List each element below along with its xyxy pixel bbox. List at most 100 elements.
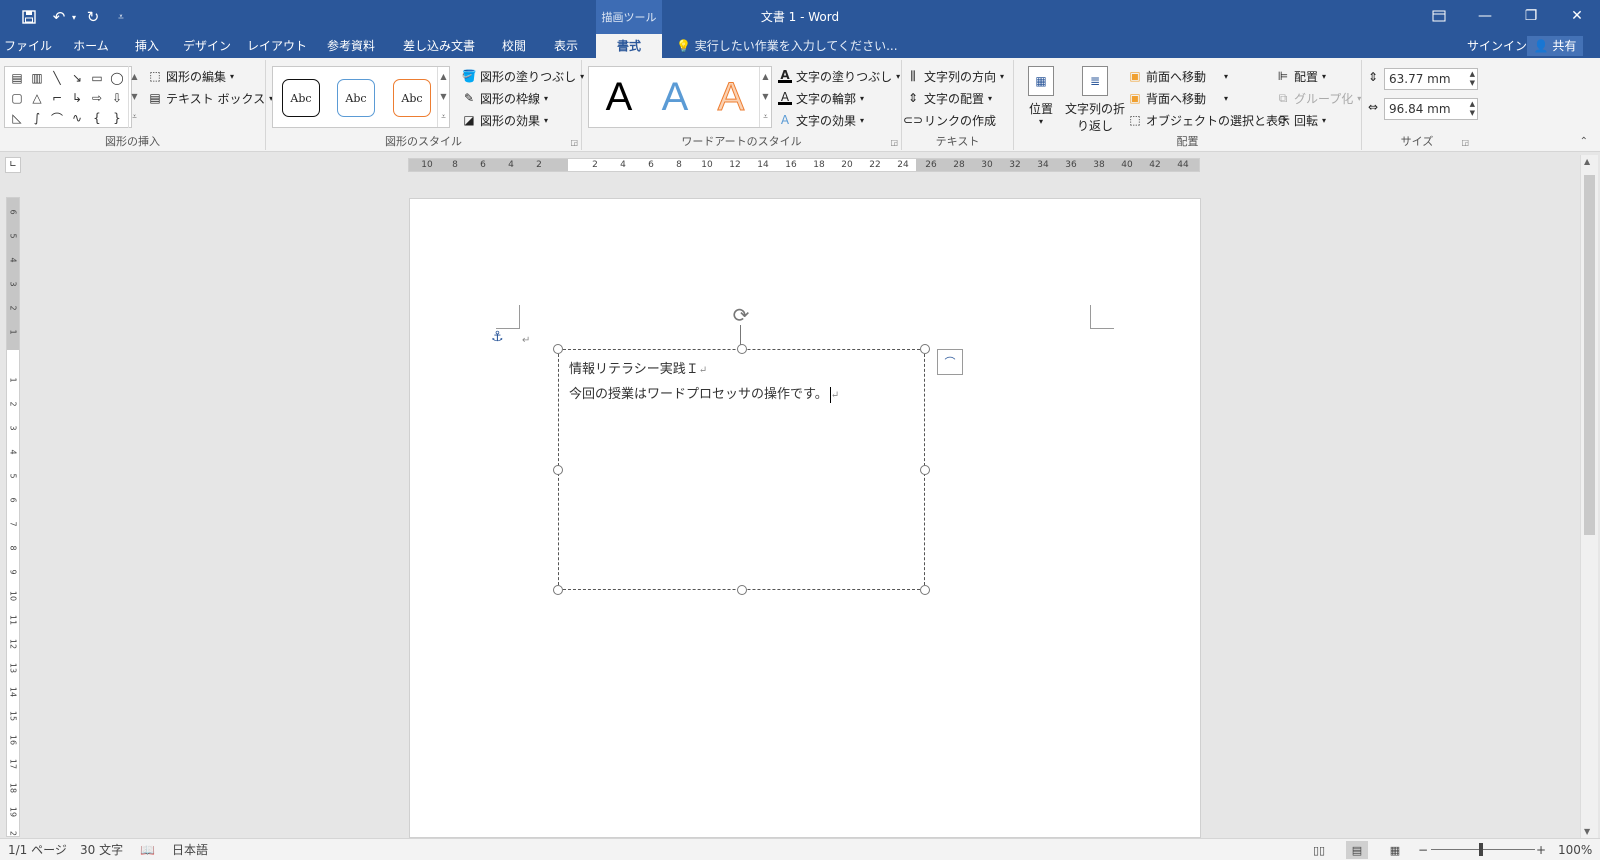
zoom-in-icon[interactable]: + [1536,839,1546,860]
triangle-shape-icon[interactable]: △ [27,88,47,108]
text-box[interactable]: 情報リテラシー実践Ｉ↵ 今回の授業はワードプロセッサの操作です。 ↵ [558,349,925,590]
tab-mailings[interactable]: 差し込み文書 [396,34,482,58]
document-page[interactable]: ⚓ ↵ ⟳ 情報リテラシー実践Ｉ↵ 今回の授業はワードプロセッサの操作です。 ↵ … [409,198,1201,838]
text-box-button[interactable]: ▤ テキスト ボックス ▾ [148,88,273,108]
web-layout-icon[interactable]: ▦ [1384,841,1406,859]
scroll-up-icon[interactable]: ▲ [1584,157,1590,166]
wordart-scroll[interactable]: ▲ ▼ ⩡ [759,67,771,127]
undo-dropdown-icon[interactable]: ▾ [68,7,80,27]
align-text-button[interactable]: ⇕ 文字の配置 ▾ [906,88,992,108]
position-button[interactable]: ▦ 位置 ▾ [1024,66,1058,126]
dialog-launcher-icon[interactable]: ◲ [890,138,898,147]
dialog-launcher-icon[interactable]: ◲ [570,138,578,147]
text-direction-button[interactable]: ⫼ 文字列の方向 ▾ [906,66,1004,86]
curve-shape-icon[interactable]: ∿ [67,108,87,128]
text-fill-button[interactable]: A 文字の塗りつぶし ▾ [778,66,900,86]
text-effects-button[interactable]: A 文字の効果 ▾ [778,110,864,130]
rectangle-shape-icon[interactable]: ▭ [87,68,107,88]
rotate-button[interactable]: ⟳ 回転 ▾ [1276,110,1326,130]
redo-icon[interactable]: ↻ [82,7,104,27]
shape-style-black[interactable]: Abc [282,79,320,117]
resize-handle-bottom[interactable] [737,585,747,595]
right-arrow-shape-icon[interactable]: ⇨ [87,88,107,108]
tab-selector-icon[interactable]: ∟ [5,157,21,173]
dialog-launcher-icon[interactable]: ◲ [1461,138,1469,147]
arc-shape-icon[interactable]: ⌒ [47,108,67,128]
tab-design[interactable]: デザイン [180,34,234,58]
wordart-style-black[interactable]: A [595,73,643,121]
text-outline-button[interactable]: A 文字の輪郭 ▾ [778,88,864,108]
tab-layout[interactable]: レイアウト [246,34,308,58]
zoom-slider-thumb[interactable] [1479,843,1483,856]
resize-handle-left[interactable] [553,465,563,475]
rotate-handle-icon[interactable]: ⟳ [729,303,753,327]
vertical-text-box-shape-icon[interactable]: ▥ [27,68,47,88]
zoom-level[interactable]: 100% [1558,839,1592,860]
group-objects-button[interactable]: ⧉ グループ化 ▾ [1276,88,1362,108]
elbow-arrow-shape-icon[interactable]: ↳ [67,88,87,108]
shapes-gallery[interactable]: ▤ ▥ ╲ ↘ ▭ ◯ ▢ △ ⌐ ↳ ⇨ ⇩ ◺ ∫ ⌒ ∿ { } [4,66,132,128]
rounded-rectangle-shape-icon[interactable]: ▢ [7,88,27,108]
shape-height-field[interactable]: 63.77 mm ▲ ▼ [1384,68,1478,90]
tab-references[interactable]: 参考資料 [318,34,384,58]
tab-view[interactable]: 表示 [546,34,586,58]
shape-style-orange[interactable]: Abc [393,79,431,117]
arrow-line-shape-icon[interactable]: ↘ [67,68,87,88]
resize-handle-top-left[interactable] [553,344,563,354]
print-layout-icon[interactable]: ▤ [1346,841,1368,859]
oval-shape-icon[interactable]: ◯ [107,68,127,88]
resize-handle-top[interactable] [737,344,747,354]
undo-icon[interactable]: ↶ [48,7,70,27]
customize-qat-icon[interactable]: ⩡ [110,7,132,27]
tab-insert[interactable]: 挿入 [126,34,168,58]
left-brace-shape-icon[interactable]: { [87,108,107,128]
shape-width-field[interactable]: 96.84 mm ▲ ▼ [1384,98,1478,120]
text-box-shape-icon[interactable]: ▤ [7,68,27,88]
down-arrow-shape-icon[interactable]: ⇩ [107,88,127,108]
zoom-slider-track[interactable] [1431,849,1535,850]
tab-file[interactable]: ファイル [0,34,56,58]
create-link-button[interactable]: ⊂⊃ リンクの作成 [903,110,996,130]
tab-review[interactable]: 校閲 [492,34,536,58]
collapse-ribbon-icon[interactable]: ⌃ [1580,136,1588,147]
send-backward-button[interactable]: ▣ 背面へ移動 ▾ [1128,88,1228,108]
language-indicator[interactable]: 日本語 [172,839,208,860]
layout-options-icon[interactable]: ⌒ [937,349,963,375]
resize-handle-right[interactable] [920,465,930,475]
restore-icon[interactable]: ❐ [1508,0,1554,32]
proofing-icon[interactable]: 📖 [140,839,155,860]
page-count[interactable]: 1/1 ページ [8,839,67,860]
edit-shape-button[interactable]: ⬚ 図形の編集 ▾ [148,66,234,86]
shape-styles-gallery[interactable]: Abc Abc Abc ▲ ▼ ⩡ [272,66,450,128]
anchor-icon[interactable]: ⚓ [491,329,504,345]
resize-handle-bottom-left[interactable] [553,585,563,595]
minimize-icon[interactable]: — [1462,0,1508,32]
read-mode-icon[interactable]: ▯▯ [1308,841,1330,859]
resize-handle-bottom-right[interactable] [920,585,930,595]
word-count[interactable]: 30 文字 [80,839,123,860]
elbow-connector-shape-icon[interactable]: ⌐ [47,88,67,108]
resize-handle-top-right[interactable] [920,344,930,354]
shapes-gallery-scroll[interactable]: ▲ ▼ ⩡ [128,66,140,128]
wrap-text-button[interactable]: ≣ 文字列の折 り返し [1062,66,1128,134]
scroll-down-icon[interactable]: ▼ [1584,827,1590,836]
width-spinner-icon[interactable]: ▲ ▼ [1470,100,1475,118]
right-brace-shape-icon[interactable]: } [107,108,127,128]
sign-in-link[interactable]: サインイン [1467,34,1527,58]
shape-effects-button[interactable]: ◪ 図形の効果 ▾ [462,110,548,130]
wordart-gallery[interactable]: A A A ▲ ▼ ⩡ [588,66,772,128]
line-shape-icon[interactable]: ╲ [47,68,67,88]
tell-me-box[interactable]: 💡 実行したい作業を入力してください... [676,34,898,58]
shape-fill-button[interactable]: 🪣 図形の塗りつぶし ▾ [462,66,585,86]
horizontal-ruler[interactable]: 10 8 6 4 2 2 4 6 8 10 12 14 16 18 20 22 24 26 28 30 32 34 36 38… [408,158,1200,172]
bring-forward-button[interactable]: ▣ 前面へ移動 ▾ [1128,66,1228,86]
scrollbar-thumb[interactable] [1584,175,1595,535]
shape-style-blue[interactable]: Abc [337,79,375,117]
share-button[interactable]: 👤 共有 [1527,36,1583,56]
height-spinner-icon[interactable]: ▲ ▼ [1470,70,1475,88]
shape-styles-scroll[interactable]: ▲ ▼ ⩡ [437,67,449,127]
save-icon[interactable] [18,7,40,27]
selection-pane-button[interactable]: ⬚ オブジェクトの選択と表示 [1128,110,1290,130]
shape-outline-button[interactable]: ✎ 図形の枠線 ▾ [462,88,548,108]
tab-home[interactable]: ホーム [66,34,116,58]
